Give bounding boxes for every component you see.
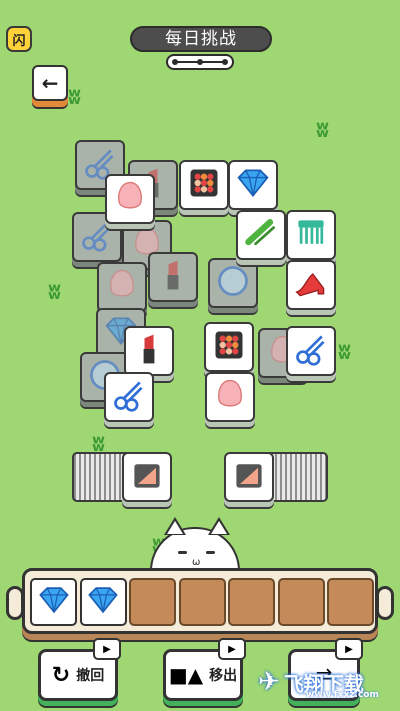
grass-decoration: ʬ bbox=[338, 340, 351, 365]
lipstick-icon bbox=[131, 331, 167, 371]
tray-slot-empty bbox=[277, 578, 325, 626]
tray-slot-diamond bbox=[30, 578, 77, 626]
scissors-icon bbox=[111, 377, 147, 417]
page-title: 每日挑战 bbox=[130, 26, 272, 52]
lipstick-icon bbox=[155, 257, 191, 297]
powder-icon bbox=[129, 457, 165, 497]
tile-lipstick bbox=[148, 252, 198, 302]
diamond-icon bbox=[235, 165, 271, 205]
tile-scissors[interactable] bbox=[104, 372, 154, 422]
move-out-icon: ■▲ bbox=[168, 663, 204, 687]
back-button[interactable]: ← bbox=[32, 65, 68, 101]
arrow-left-icon: ← bbox=[41, 71, 59, 95]
palette-icon bbox=[186, 165, 222, 205]
tile-powder[interactable] bbox=[224, 452, 274, 502]
tile-sponge[interactable] bbox=[205, 372, 255, 422]
scissors-icon bbox=[293, 331, 329, 371]
undo-button[interactable]: ↻ 撤回 ▶ bbox=[38, 638, 121, 701]
sponge-icon bbox=[212, 377, 248, 417]
tile-palette[interactable] bbox=[204, 322, 254, 372]
watermark-url: www.fxxz.com bbox=[306, 690, 379, 700]
grass-decoration: ʬ bbox=[316, 118, 329, 143]
sponge-icon bbox=[112, 179, 148, 219]
tile-comb[interactable] bbox=[286, 210, 336, 260]
diamond-icon bbox=[86, 583, 120, 621]
flash-button[interactable]: 闪 bbox=[6, 26, 32, 52]
heels-icon bbox=[293, 265, 329, 305]
video-ad-icon: ▶ bbox=[93, 638, 121, 660]
undo-label: 撤回 bbox=[76, 668, 105, 684]
level-progress bbox=[166, 54, 234, 70]
tray-slot-empty bbox=[228, 578, 275, 626]
tile-scissors[interactable] bbox=[286, 326, 336, 376]
move-out-label: 移出 bbox=[209, 668, 238, 684]
powder-icon bbox=[231, 457, 267, 497]
tile-mirror bbox=[208, 258, 258, 308]
mirror-icon bbox=[215, 263, 251, 303]
tile-lipstick[interactable] bbox=[124, 326, 174, 376]
tile-diamond[interactable] bbox=[228, 160, 278, 210]
move-out-button[interactable]: ■▲ 移出 ▶ bbox=[163, 638, 246, 701]
grass-decoration: ʬ bbox=[48, 280, 61, 305]
tile-curler[interactable] bbox=[236, 210, 286, 260]
tray-right-cap bbox=[376, 586, 394, 620]
video-ad-icon: ▶ bbox=[335, 638, 363, 660]
palette-icon bbox=[211, 327, 247, 367]
watermark: ✈ 飞翔下载 www.fxxz.com bbox=[258, 660, 388, 704]
tile-palette[interactable] bbox=[179, 160, 229, 210]
tray-slot-empty bbox=[327, 578, 374, 626]
watermark-logo-icon: ✈ bbox=[258, 667, 280, 697]
undo-icon: ↻ bbox=[51, 662, 71, 688]
grass-decoration: ʬ bbox=[68, 85, 81, 110]
curler-icon bbox=[243, 215, 279, 255]
tile-tray bbox=[22, 568, 378, 634]
sponge-icon bbox=[104, 267, 140, 307]
diamond-icon bbox=[37, 583, 71, 621]
tile-powder[interactable] bbox=[122, 452, 172, 502]
tray-slot-diamond bbox=[79, 578, 127, 626]
tile-sponge bbox=[97, 262, 147, 312]
tray-slot-empty bbox=[129, 578, 176, 626]
video-ad-icon: ▶ bbox=[218, 638, 246, 660]
tray-slot-empty bbox=[178, 578, 226, 626]
tile-sponge[interactable] bbox=[105, 174, 155, 224]
comb-icon bbox=[293, 215, 329, 255]
tile-heels[interactable] bbox=[286, 260, 336, 310]
